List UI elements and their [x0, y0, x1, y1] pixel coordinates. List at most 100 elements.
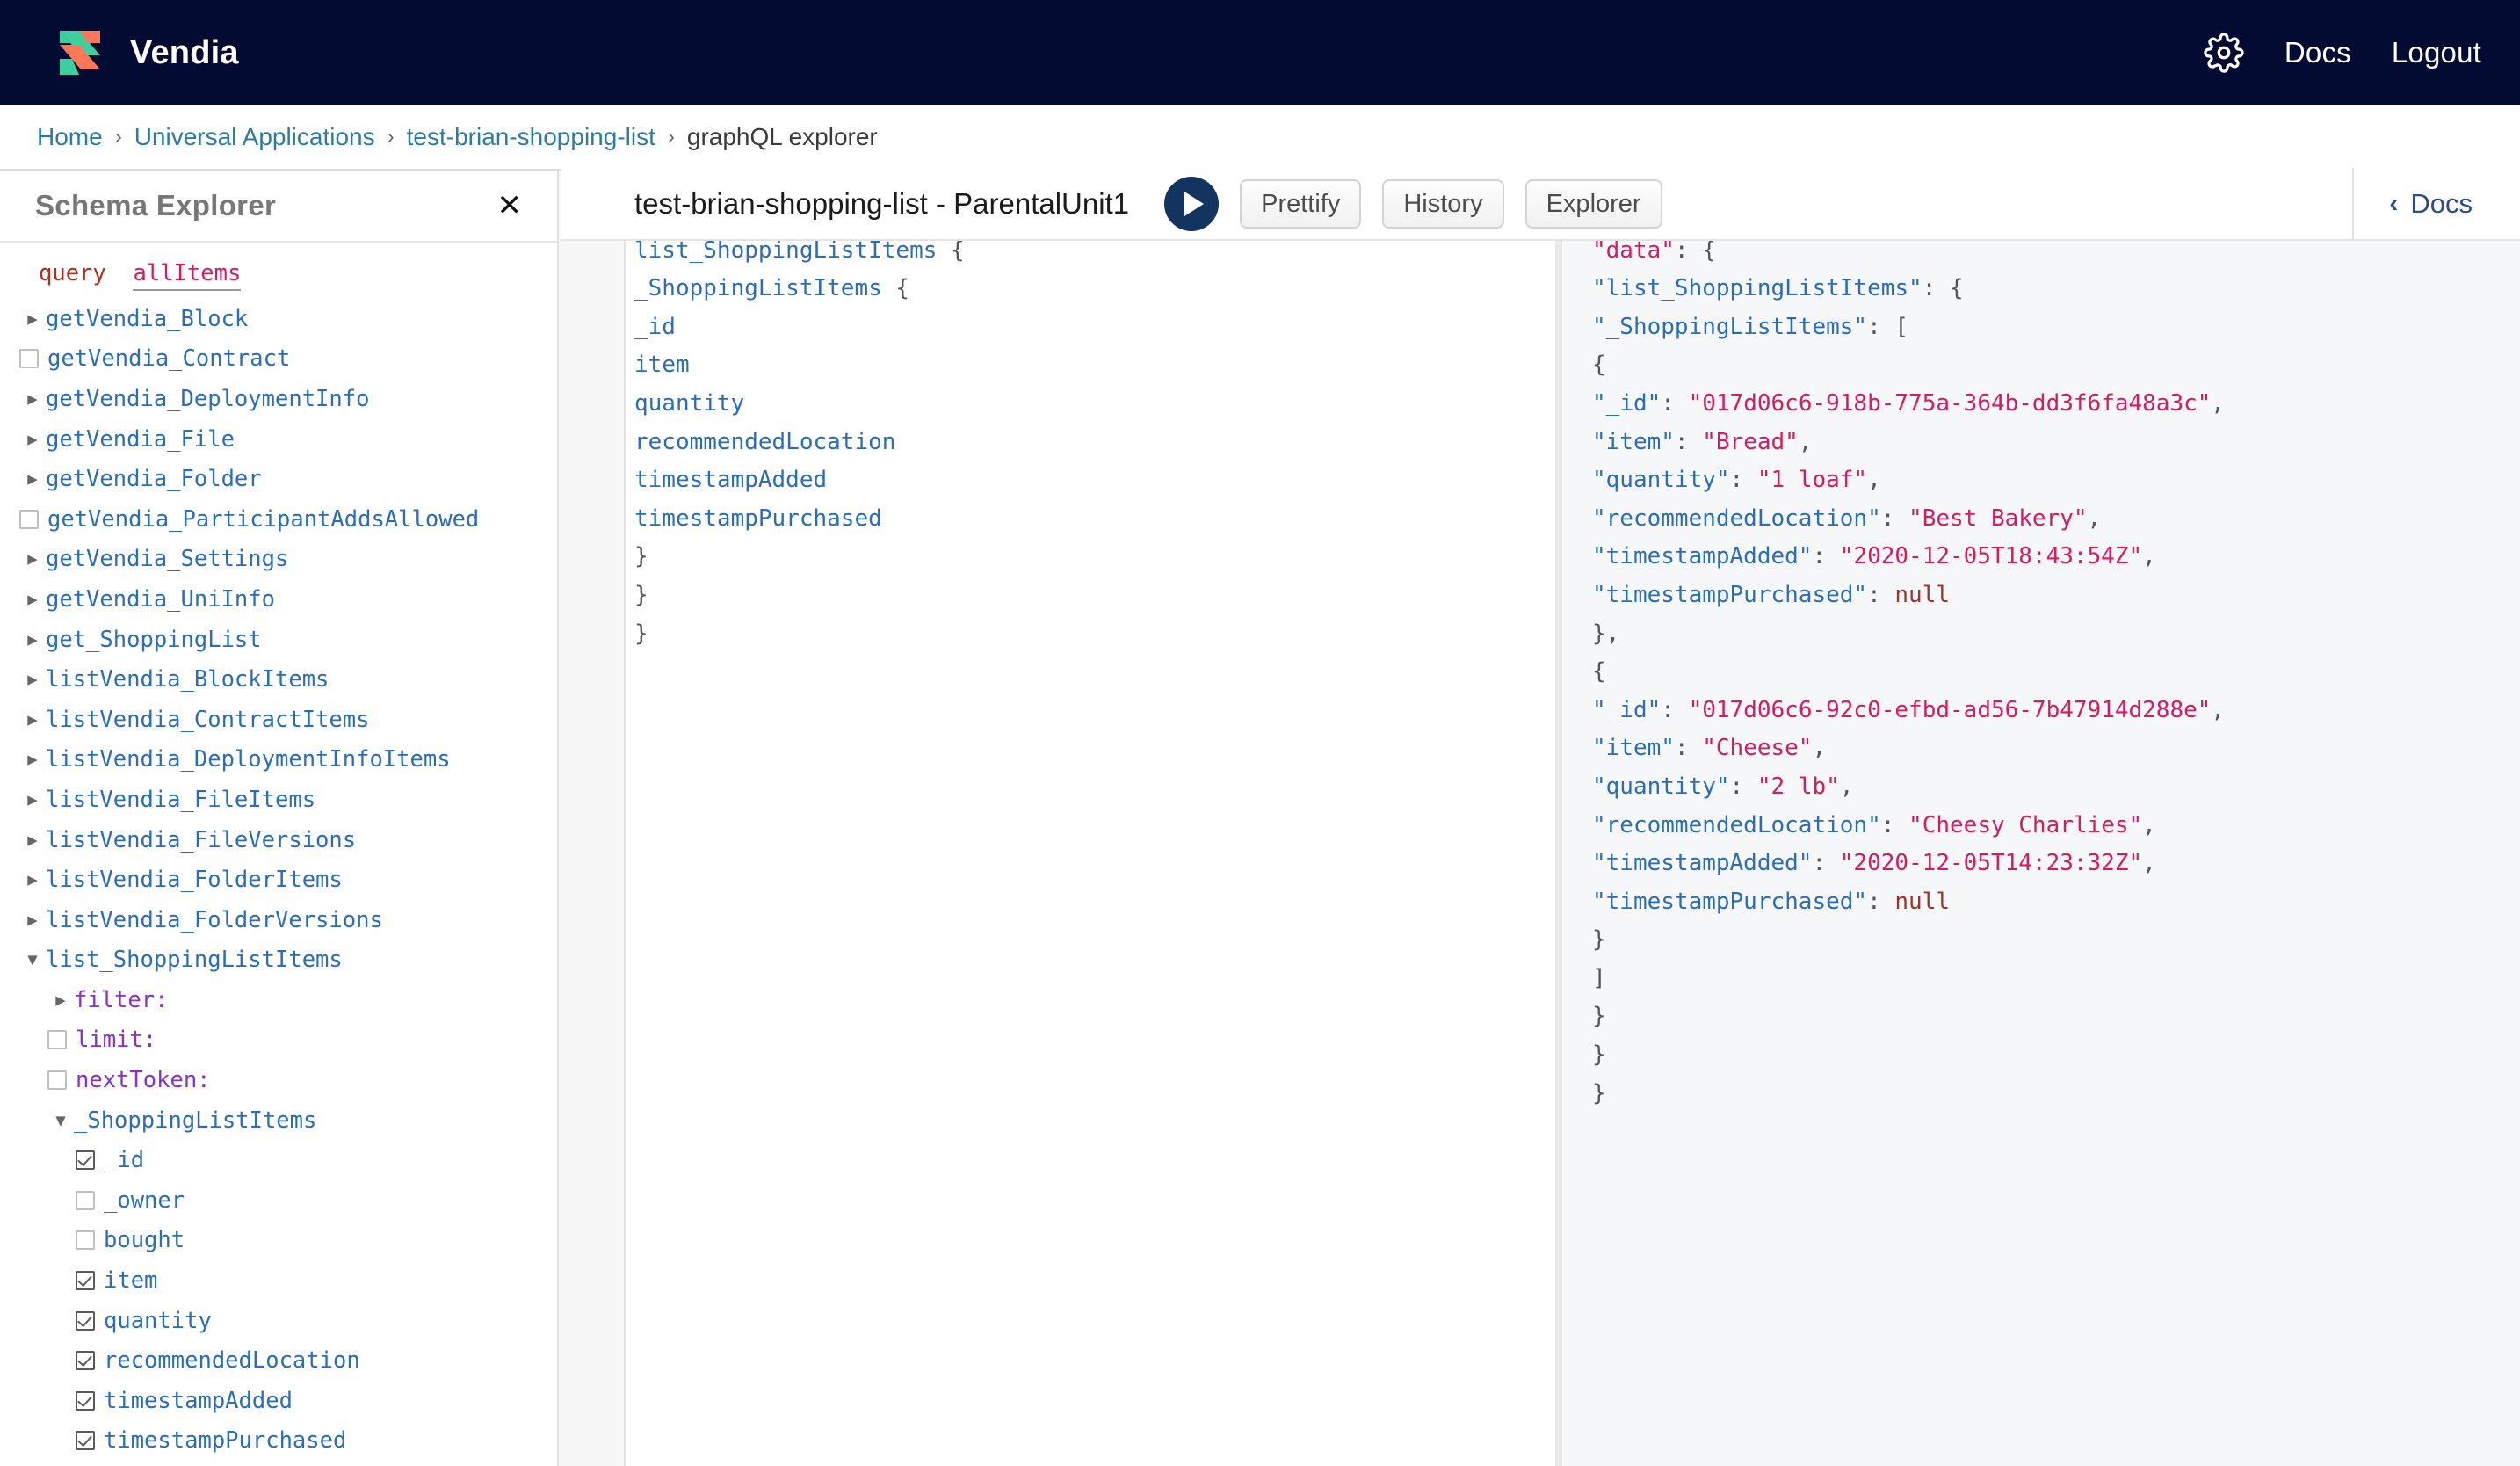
schema-tree-item[interactable]: item	[0, 1260, 557, 1301]
schema-tree-item[interactable]: ▶ listVendia_FolderItems	[0, 860, 557, 900]
chevron-right-icon[interactable]: ▶	[19, 911, 46, 930]
checkbox-unchecked[interactable]	[19, 349, 39, 369]
schema-tree-item[interactable]: ▶ listVendia_FileItems	[0, 780, 557, 820]
checkbox-checked[interactable]	[76, 1150, 95, 1171]
schema-tree-item[interactable]: ▶ filter:	[0, 980, 557, 1020]
schema-tree-item[interactable]: nextToken:	[0, 1060, 557, 1100]
code-token: _ShoppingListItems	[634, 275, 882, 302]
schema-tree-item[interactable]: ▼ list_ShoppingListItems	[0, 940, 557, 981]
schema-tree-item[interactable]: ▶ getVendia_UniInfo	[0, 579, 557, 620]
schema-tree-item[interactable]: getVendia_Contract	[0, 339, 557, 380]
schema-explorer-header: Schema Explorer ✕	[0, 171, 557, 243]
schema-tree-item[interactable]: ▶ getVendia_Settings	[0, 540, 557, 580]
schema-tree-item[interactable]: _owner	[0, 1180, 557, 1221]
code-line: }	[1592, 921, 2520, 960]
checkbox-unchecked[interactable]	[76, 1230, 95, 1251]
breadcrumb-item-0[interactable]: Home	[37, 123, 103, 151]
code-line: "quantity": "1 loaf",	[1592, 461, 2520, 500]
chevron-right-icon[interactable]: ▶	[19, 630, 46, 650]
schema-tree-item[interactable]: getVendia_ParticipantAddsAllowed	[0, 499, 557, 540]
schema-tree-item[interactable]: ▶ listVendia_DeploymentInfoItems	[0, 740, 557, 780]
chevron-right-icon[interactable]: ▶	[19, 710, 46, 729]
code-token: :	[1729, 467, 1757, 494]
gear-icon[interactable]	[2204, 33, 2244, 73]
editor-left-gutter	[559, 171, 626, 1466]
schema-tree-item[interactable]: limit:	[0, 1020, 557, 1061]
checkbox-checked[interactable]	[76, 1271, 95, 1291]
schema-tree-item[interactable]: quantity	[0, 1301, 557, 1341]
chevron-right-icon[interactable]: ▶	[47, 991, 74, 1010]
logout-nav-link[interactable]: Logout	[2392, 36, 2481, 69]
explorer-button[interactable]: Explorer	[1524, 179, 1662, 229]
code-token: "Cheese"	[1702, 735, 1813, 762]
schema-tree-item[interactable]: ▶ getVendia_File	[0, 419, 557, 460]
chevron-right-icon[interactable]: ▶	[19, 831, 46, 850]
vendia-brand[interactable]: Vendia	[53, 25, 239, 80]
schema-tree-item[interactable]: ▶ listVendia_ContractItems	[0, 700, 557, 740]
chevron-right-icon[interactable]: ▶	[19, 590, 46, 609]
schema-tree-item-label: getVendia_ParticipantAddsAllowed	[47, 505, 480, 533]
schema-tree-item-label: recommendedLocation	[104, 1347, 360, 1375]
schema-tree-item[interactable]: ▼ _ShoppingListItems	[0, 1100, 557, 1141]
query-editor[interactable]: query allItems { list_ShoppingListItems …	[626, 171, 1555, 1466]
code-token: :	[1812, 543, 1840, 570]
chevron-right-icon[interactable]: ▶	[19, 549, 46, 569]
results-divider[interactable]	[1555, 171, 1562, 1466]
code-token: recommendedLocation	[634, 428, 896, 455]
query-keyword: query	[39, 260, 106, 287]
schema-tree-item[interactable]: timestampAdded	[0, 1381, 557, 1421]
checkbox-checked[interactable]	[76, 1431, 95, 1451]
chevron-right-icon[interactable]: ▶	[19, 309, 46, 329]
docs-nav-link[interactable]: Docs	[2285, 36, 2351, 69]
chevron-right-icon[interactable]: ▶	[19, 389, 46, 409]
breadcrumb-item-2[interactable]: test-brian-shopping-list	[407, 123, 655, 151]
breadcrumb-separator: ›	[387, 125, 395, 149]
schema-tree-item[interactable]: bought	[0, 1221, 557, 1261]
close-icon[interactable]: ✕	[497, 191, 523, 221]
schema-tree-item[interactable]: ▶ get_ShoppingList	[0, 620, 557, 660]
schema-tree-item-label: listVendia_DeploymentInfoItems	[46, 746, 451, 773]
chevron-right-icon[interactable]: ▶	[19, 469, 46, 489]
schema-tree-item[interactable]: _id	[0, 1140, 557, 1180]
checkbox-unchecked[interactable]	[19, 509, 39, 529]
code-token: "quantity"	[1592, 467, 1730, 494]
chevron-right-icon[interactable]: ▶	[19, 750, 46, 769]
checkbox-unchecked[interactable]	[47, 1030, 67, 1050]
checkbox-checked[interactable]	[76, 1310, 95, 1331]
schema-tree-item[interactable]: ▶ getVendia_DeploymentInfo	[0, 379, 557, 419]
execute-query-button[interactable]	[1164, 177, 1220, 231]
query-name-input[interactable]: allItems	[133, 260, 242, 291]
code-token: "017d06c6-92c0-efbd-ad56-7b47914d288e"	[1688, 696, 2212, 723]
checkbox-unchecked[interactable]	[76, 1190, 95, 1210]
checkbox-checked[interactable]	[76, 1390, 95, 1411]
chevron-right-icon[interactable]: ▶	[19, 790, 46, 809]
schema-tree-item-label: _id	[104, 1147, 145, 1174]
code-token: "timestampAdded"	[1592, 543, 1813, 570]
prettify-button[interactable]: Prettify	[1240, 179, 1362, 229]
schema-tree-item[interactable]: ▶ getVendia_Folder	[0, 459, 557, 499]
chevron-right-icon[interactable]: ▶	[19, 870, 46, 889]
chevron-down-icon[interactable]: ▼	[47, 1111, 74, 1130]
schema-tree-item[interactable]: ▶ listVendia_FolderVersions	[0, 900, 557, 940]
schema-tree-item[interactable]: ▶ getVendia_Block	[0, 299, 557, 339]
chevron-right-icon[interactable]: ▶	[19, 430, 46, 449]
code-line: "_id": "017d06c6-92c0-efbd-ad56-7b47914d…	[1592, 692, 2520, 730]
code-token: ,	[2087, 504, 2102, 532]
schema-tree-item[interactable]: ▶ listVendia_FileVersions	[0, 820, 557, 860]
docs-sidebar-toggle[interactable]: ‹ Docs	[2352, 168, 2520, 240]
schema-tree-item[interactable]: nextToken	[0, 1461, 557, 1466]
schema-tree-item[interactable]: recommendedLocation	[0, 1340, 557, 1381]
breadcrumb-item-1[interactable]: Universal Applications	[134, 123, 375, 151]
chevron-right-icon[interactable]: ▶	[19, 670, 46, 689]
query-title: test-brian-shopping-list - ParentalUnit1	[634, 187, 1130, 220]
history-button[interactable]: History	[1382, 179, 1504, 229]
code-token: "recommendedLocation"	[1592, 504, 1881, 532]
schema-tree-item-label: get_ShoppingList	[46, 626, 262, 653]
schema-tree-item[interactable]: timestampPurchased	[0, 1421, 557, 1462]
code-line: }	[1592, 1036, 2520, 1075]
schema-tree-item[interactable]: ▶ listVendia_BlockItems	[0, 659, 557, 700]
checkbox-unchecked[interactable]	[47, 1070, 67, 1091]
chevron-down-icon[interactable]: ▼	[19, 950, 46, 969]
code-token: ,	[2142, 811, 2156, 838]
checkbox-checked[interactable]	[76, 1351, 95, 1371]
